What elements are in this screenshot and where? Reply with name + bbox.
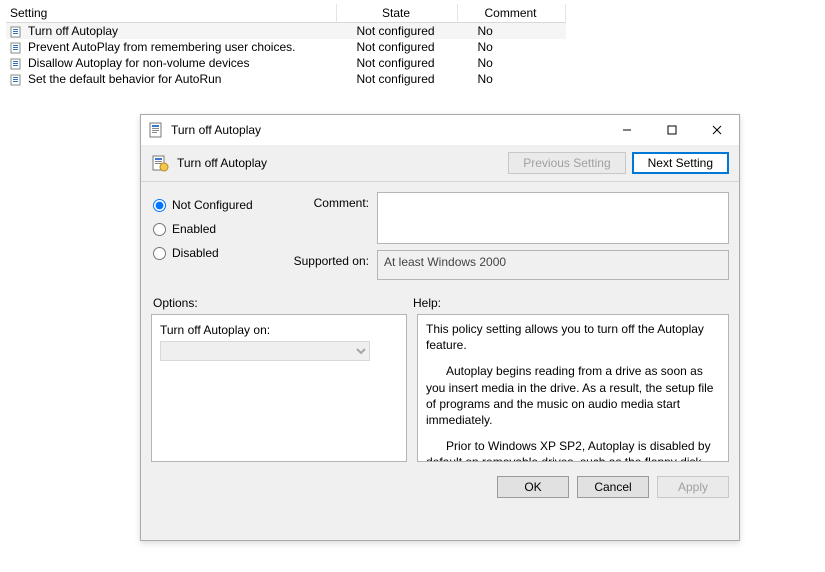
- help-pane[interactable]: This policy setting allows you to turn o…: [417, 314, 729, 462]
- close-button[interactable]: [694, 116, 739, 144]
- options-heading: Options:: [153, 296, 413, 310]
- help-paragraph: Prior to Windows XP SP2, Autoplay is dis…: [426, 438, 722, 462]
- table-row[interactable]: Prevent AutoPlay from remembering user c…: [6, 39, 566, 55]
- policy-icon: [10, 42, 24, 54]
- comment-input[interactable]: [377, 192, 729, 244]
- options-pane: Turn off Autoplay on:: [151, 314, 407, 462]
- radio-enabled[interactable]: Enabled: [151, 222, 279, 236]
- help-paragraph: This policy setting allows you to turn o…: [426, 321, 722, 353]
- setting-state: Not configured: [337, 23, 458, 40]
- setting-state: Not configured: [337, 55, 458, 71]
- radio-disabled[interactable]: Disabled: [151, 246, 279, 260]
- toolbar-title: Turn off Autoplay: [177, 156, 502, 170]
- previous-setting-button: Previous Setting: [508, 152, 625, 174]
- supported-on-text: At least Windows 2000: [377, 250, 729, 280]
- policy-icon: [10, 74, 24, 86]
- ok-button[interactable]: OK: [497, 476, 569, 498]
- option-label: Turn off Autoplay on:: [160, 323, 398, 337]
- policy-settings-table: Setting State Comment Turn off Autoplay …: [6, 4, 566, 87]
- col-header-state[interactable]: State: [337, 4, 458, 23]
- apply-button: Apply: [657, 476, 729, 498]
- table-row[interactable]: Turn off Autoplay Not configured No: [6, 23, 566, 40]
- setting-comment: No: [458, 23, 566, 40]
- next-setting-button[interactable]: Next Setting: [632, 152, 729, 174]
- help-paragraph: Autoplay begins reading from a drive as …: [426, 363, 722, 428]
- col-header-setting[interactable]: Setting: [6, 4, 337, 23]
- table-row[interactable]: Disallow Autoplay for non-volume devices…: [6, 55, 566, 71]
- radio-input[interactable]: [153, 199, 166, 212]
- supported-label: Supported on:: [279, 250, 377, 280]
- minimize-button[interactable]: [604, 116, 649, 144]
- setting-comment: No: [458, 39, 566, 55]
- comment-label: Comment:: [279, 192, 377, 244]
- table-row[interactable]: Set the default behavior for AutoRun Not…: [6, 71, 566, 87]
- policy-icon: [151, 154, 169, 172]
- policy-dialog: Turn off Autoplay Turn off Autoplay Prev…: [140, 114, 740, 541]
- setting-comment: No: [458, 71, 566, 87]
- radio-label: Enabled: [172, 222, 216, 236]
- setting-state: Not configured: [337, 71, 458, 87]
- maximize-button[interactable]: [649, 116, 694, 144]
- window-title: Turn off Autoplay: [171, 123, 604, 137]
- radio-input[interactable]: [153, 223, 166, 236]
- policy-icon: [10, 26, 24, 38]
- policy-icon: [10, 58, 24, 70]
- autoplay-target-select: [160, 341, 370, 361]
- setting-state: Not configured: [337, 39, 458, 55]
- radio-label: Not Configured: [172, 198, 253, 212]
- titlebar[interactable]: Turn off Autoplay: [141, 115, 739, 145]
- state-radio-group: Not Configured Enabled Disabled: [151, 192, 279, 286]
- setting-name: Turn off Autoplay: [28, 24, 118, 38]
- setting-name: Disallow Autoplay for non-volume devices: [28, 56, 249, 70]
- radio-input[interactable]: [153, 247, 166, 260]
- table-header-row: Setting State Comment: [6, 4, 566, 23]
- help-heading: Help:: [413, 296, 441, 310]
- app-icon: [149, 122, 165, 138]
- radio-not-configured[interactable]: Not Configured: [151, 198, 279, 212]
- setting-comment: No: [458, 55, 566, 71]
- dialog-toolbar: Turn off Autoplay Previous Setting Next …: [141, 145, 739, 182]
- col-header-comment[interactable]: Comment: [458, 4, 566, 23]
- setting-name: Set the default behavior for AutoRun: [28, 72, 221, 86]
- cancel-button[interactable]: Cancel: [577, 476, 649, 498]
- radio-label: Disabled: [172, 246, 219, 260]
- setting-name: Prevent AutoPlay from remembering user c…: [28, 40, 295, 54]
